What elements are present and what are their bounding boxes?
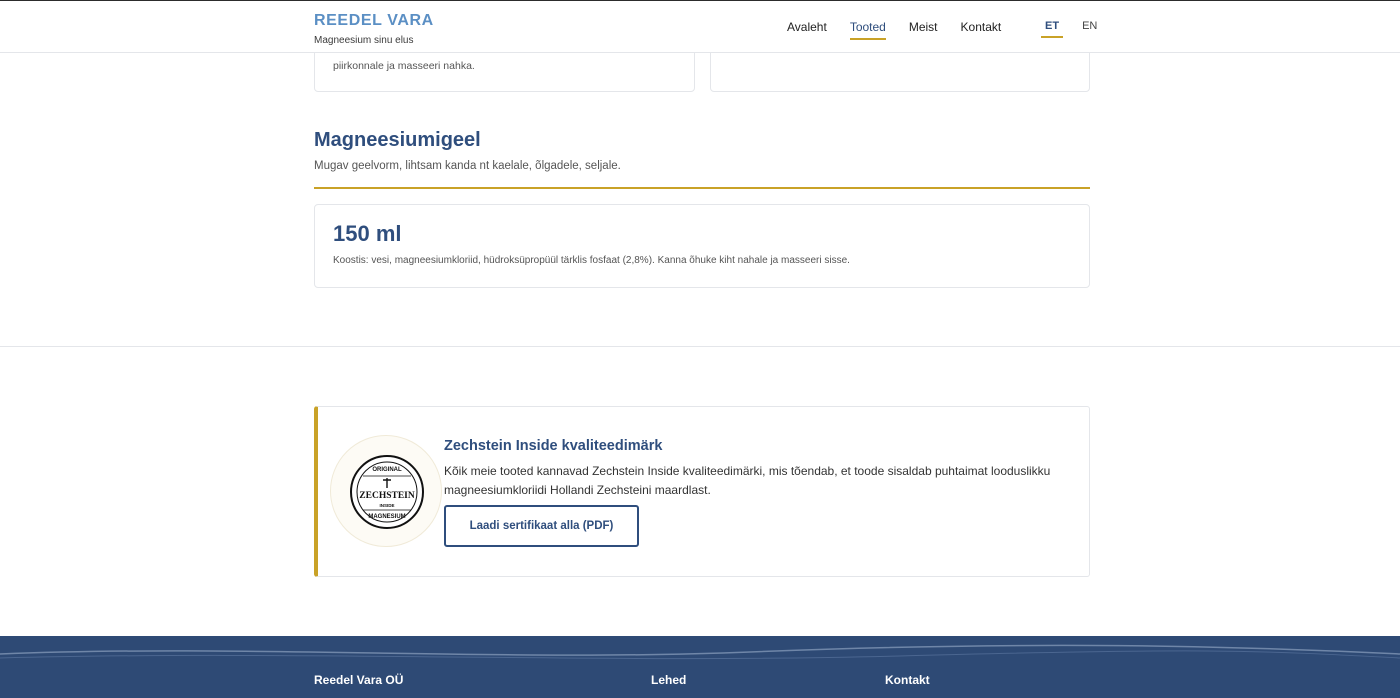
section-divider [314,187,1090,189]
nav-item-avaleht[interactable]: Avaleht [787,20,827,40]
product-size: 150 ml [333,221,402,246]
product-composition: Koostis: vesi, magneesiumkloriid, hüdrok… [333,255,850,266]
zechstein-seal: ORIGINAL ZECHSTEIN INSIDE MAGNESIUM [330,435,442,547]
product-card-text: piirkonnale ja masseeri nahka. [333,60,475,72]
nav-item-tooted[interactable]: Tooted [849,20,886,40]
brand-tagline: Magneesium sinu elus [314,35,414,46]
site-footer: Reedel Vara OÜ Lehed Kontakt [0,636,1400,698]
section-title: Magneesiumigeel [314,129,481,151]
download-certificate-button[interactable]: Laadi sertifikaat alla (PDF) [444,505,639,547]
language-switcher: ET EN [1041,20,1116,38]
site-header: REEDEL VARA Magneesium sinu elus Avaleht… [0,0,1400,53]
footer-company: Reedel Vara OÜ [314,673,404,687]
seal-text-sub: INSIDE [379,503,394,508]
zechstein-seal-icon: ORIGINAL ZECHSTEIN INSIDE MAGNESIUM [350,455,424,529]
nav-item-meist[interactable]: Meist [909,20,938,40]
seal-text-top: ORIGINAL [372,467,402,473]
product-card: 150 ml Koostis: vesi, magneesiumkloriid,… [314,204,1090,288]
seal-text-bottom: MAGNESIUM [368,514,405,520]
main-nav: Avaleht Tooted Meist Kontakt [787,20,1024,40]
section-description: Mugav geelvorm, lihtsam kanda nt kaelale… [314,160,621,172]
section-separator [0,346,1400,347]
lang-en[interactable]: EN [1078,20,1101,38]
quality-title: Zechstein Inside kvaliteedimärk [444,438,663,454]
quality-text: Kõik meie tooted kannavad Zechstein Insi… [444,464,1051,497]
footer-pages-heading: Lehed [651,673,687,687]
seal-text-middle: ZECHSTEIN [359,491,415,501]
lang-et[interactable]: ET [1041,20,1064,38]
nav-item-kontakt[interactable]: Kontakt [961,20,1002,40]
footer-contact-heading: Kontakt [885,673,930,687]
footer-wave-decoration [0,644,1400,660]
quality-mark-card: ORIGINAL ZECHSTEIN INSIDE MAGNESIUM Zech… [314,406,1090,577]
brand-name[interactable]: REEDEL VARA [314,12,434,30]
brand[interactable]: REEDEL VARA Magneesium sinu elus [314,12,434,46]
